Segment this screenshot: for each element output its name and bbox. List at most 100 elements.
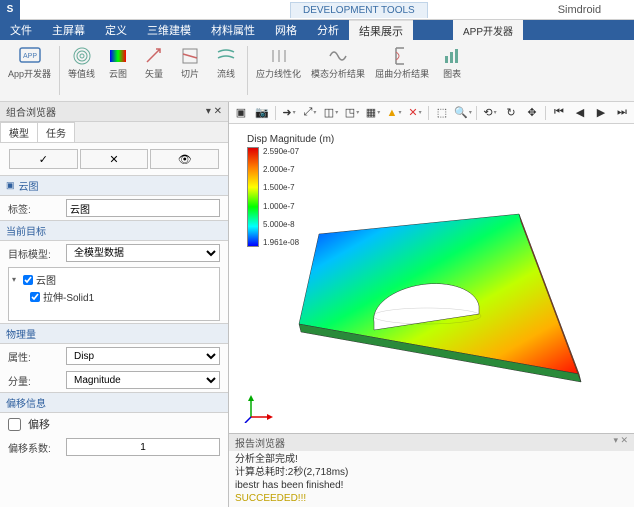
ribbon-vector[interactable]: 矢量 [137, 42, 171, 99]
label-input[interactable] [66, 199, 220, 217]
menu-analysis[interactable]: 分析 [307, 20, 349, 40]
svg-text:APP: APP [22, 53, 36, 60]
first-icon[interactable]: ⏮ [549, 104, 569, 122]
offset-factor-input[interactable] [66, 438, 220, 456]
preview-button[interactable]: 👁 [150, 149, 219, 169]
target-model-select[interactable]: 全模型数据 [66, 244, 220, 262]
app-logo: S [0, 0, 20, 20]
last-icon[interactable]: ⏭ [612, 104, 632, 122]
tab-model[interactable]: 模型 [0, 122, 38, 142]
report-line: 分析全部完成! [235, 453, 628, 466]
highlight-icon[interactable]: ▲ [384, 104, 404, 122]
contour-icon [70, 44, 94, 68]
rotate-icon[interactable]: ⟲ [480, 104, 500, 122]
app-icon: APP [18, 44, 42, 68]
pan-icon[interactable]: ✥ [522, 104, 542, 122]
refresh-icon[interactable]: ↻ [501, 104, 521, 122]
offset-factor-label: 偏移系数: [8, 440, 62, 455]
ribbon-modal[interactable]: 模态分析结果 [307, 42, 369, 99]
label-label: 标签: [8, 201, 62, 216]
ribbon-contour[interactable]: 等值线 [64, 42, 99, 99]
clear-icon[interactable]: ✕ [405, 104, 425, 122]
chart-icon [440, 44, 464, 68]
menu-material[interactable]: 材料属性 [201, 20, 265, 40]
ribbon-chart[interactable]: 图表 [435, 42, 469, 99]
offset-section-title: 偏移信息 [6, 395, 46, 410]
comp-label: 分量: [8, 373, 62, 388]
legend-tick: 2.590e-07 [263, 147, 299, 156]
dev-tools-tab[interactable]: DEVELOPMENT TOOLS [290, 2, 428, 18]
next-icon[interactable]: ▶ [591, 104, 611, 122]
report-line: 计算总耗时:2秒(2,718ms) [235, 466, 628, 479]
ribbon-cloud[interactable]: 云图 [101, 42, 135, 99]
vector-icon [142, 44, 166, 68]
menu-file[interactable]: 文件 [0, 20, 42, 40]
ribbon-stream[interactable]: 流线 [209, 42, 243, 99]
prev-icon[interactable]: ◀ [570, 104, 590, 122]
slice-icon [178, 44, 202, 68]
target-model-label: 目标模型: [8, 246, 62, 261]
ribbon: APP App开发器 等值线 云图 矢量 切片 流线 应力线性化 模态分析结果 … [0, 40, 634, 102]
submenu-app-dev[interactable]: APP开发器 [453, 20, 523, 40]
axis-triad [243, 393, 273, 423]
side-panel: 组合浏览器 ▾ ✕ 模型 任务 ✓ ✕ 👁 ▣ 云图 标签: 当前目标 目标模型:… [0, 102, 229, 507]
stress-icon [267, 44, 291, 68]
menubar: 文件 主屏幕 定义 三维建模 材料属性 网格 分析 结果展示 APP开发器 [0, 20, 634, 40]
phys-section-title: 物理量 [6, 326, 36, 341]
stream-icon [214, 44, 238, 68]
report-panel: 报告浏览器 ▾ ✕ 分析全部完成! 计算总耗时:2秒(2,718ms) ibes… [229, 433, 634, 507]
cloud-icon [106, 44, 130, 68]
menu-define[interactable]: 定义 [95, 20, 137, 40]
contour-plot [279, 194, 589, 404]
tree-root-check[interactable] [23, 275, 33, 285]
view-iso-icon[interactable]: ◳ [342, 104, 362, 122]
tree-root[interactable]: ▾云图 [12, 271, 216, 288]
target-section-title: 当前目标 [6, 223, 46, 238]
legend-title: Disp Magnitude (m) [247, 134, 334, 145]
legend-tick: 2.000e-7 [263, 165, 299, 174]
viewport: ▣ 📷 ➜ ⤢ ◫ ◳ ▦ ▲ ✕ ⬚ 🔍 ⟲ ↻ ✥ ⏮ ◀ ▶ ⏭ [229, 102, 634, 507]
report-success: SUCCEEDED!!! [235, 492, 628, 505]
legend-tick: 1.500e-7 [263, 183, 299, 192]
menu-results[interactable]: 结果展示 [349, 20, 413, 40]
modal-icon [326, 44, 350, 68]
viewport-toolbar: ▣ 📷 ➜ ⤢ ◫ ◳ ▦ ▲ ✕ ⬚ 🔍 ⟲ ↻ ✥ ⏮ ◀ ▶ ⏭ [229, 102, 634, 124]
cloud-section-title: 云图 [19, 178, 39, 193]
zoom-icon[interactable]: 🔍 [453, 104, 473, 122]
menu-home[interactable]: 主屏幕 [42, 20, 95, 40]
tree-child[interactable]: 拉伸-Solid1 [12, 288, 216, 305]
redraw-icon[interactable]: ▣ [231, 104, 251, 122]
comp-select[interactable]: Magnitude [66, 371, 220, 389]
ribbon-buckling[interactable]: 屈曲分析结果 [371, 42, 433, 99]
canvas-3d[interactable]: Disp Magnitude (m) 2.590e-07 2.000e-7 1.… [229, 124, 634, 433]
report-controls[interactable]: ▾ ✕ [613, 435, 628, 450]
browser-title: 组合浏览器 [6, 104, 56, 119]
tree-child-check[interactable] [30, 292, 40, 302]
offset-checkbox[interactable] [8, 418, 21, 431]
view-front-icon[interactable]: ◫ [321, 104, 341, 122]
buckling-icon [390, 44, 414, 68]
ribbon-slice[interactable]: 切片 [173, 42, 207, 99]
report-title: 报告浏览器 [235, 435, 285, 450]
cancel-button[interactable]: ✕ [80, 149, 149, 169]
zoom-window-icon[interactable]: ⬚ [432, 104, 452, 122]
export-icon[interactable]: ➜ [279, 104, 299, 122]
offset-chk-label: 偏移 [28, 416, 50, 432]
prop-label: 属性: [8, 349, 62, 364]
tab-task[interactable]: 任务 [37, 122, 75, 142]
colorbar [247, 147, 259, 247]
camera-icon[interactable]: 📷 [252, 104, 272, 122]
ribbon-app-dev[interactable]: APP App开发器 [4, 42, 55, 99]
tree-view[interactable]: ▾云图 拉伸-Solid1 [8, 267, 220, 321]
report-line: ibestr has been finished! [235, 479, 628, 492]
menu-mesh[interactable]: 网格 [265, 20, 307, 40]
menu-3d[interactable]: 三维建模 [137, 20, 201, 40]
ribbon-stress[interactable]: 应力线性化 [252, 42, 305, 99]
zoom-fit-icon[interactable]: ⤢ [300, 104, 320, 122]
collapse-icon[interactable]: ▣ [6, 180, 15, 191]
panel-close-icon[interactable]: ▾ ✕ [206, 106, 222, 117]
prop-select[interactable]: Disp [66, 347, 220, 365]
app-title: Simdroid [558, 4, 601, 16]
display-mode-icon[interactable]: ▦ [363, 104, 383, 122]
ok-button[interactable]: ✓ [9, 149, 78, 169]
